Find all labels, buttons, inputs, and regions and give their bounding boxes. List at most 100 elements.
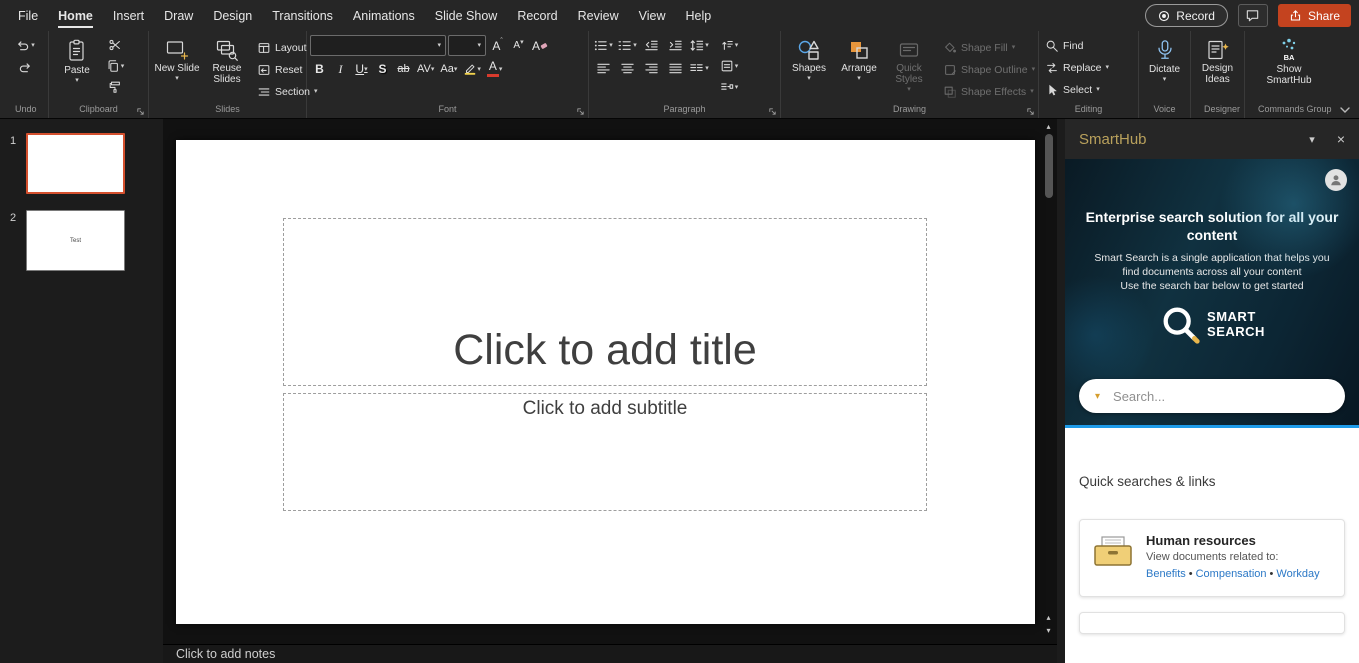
shape-fill-button[interactable]: Shape Fill ▾ <box>940 37 1038 58</box>
quick-styles-button[interactable]: Quick Styles ▾ <box>884 35 934 93</box>
shapes-dropdown-chevron[interactable]: ▾ <box>807 75 811 82</box>
smartart-dropdown-chevron[interactable]: ▾ <box>735 84 739 91</box>
comments-button[interactable] <box>1238 4 1268 27</box>
columns-button[interactable]: ▾ <box>688 58 710 78</box>
increase-indent-button[interactable] <box>664 35 686 55</box>
shape-effects-button[interactable]: Shape Effects ▾ <box>940 81 1038 102</box>
change-case-button[interactable]: Aa▾ <box>438 59 459 79</box>
undo-dropdown-chevron[interactable]: ▾ <box>31 42 35 49</box>
link-benefits[interactable]: Benefits <box>1146 568 1186 580</box>
decrease-indent-button[interactable] <box>640 35 662 55</box>
slide-thumbnail-1[interactable]: 1 <box>0 133 163 194</box>
numbering-button[interactable]: ▾ <box>616 35 638 55</box>
search-input[interactable] <box>1113 389 1335 404</box>
clipboard-dialog-launcher-icon[interactable] <box>136 107 145 116</box>
font-dialog-launcher-icon[interactable] <box>576 107 585 116</box>
font-name-dropdown-chevron[interactable]: ▾ <box>437 42 441 49</box>
menu-tab-help[interactable]: Help <box>675 0 721 31</box>
shapes-button[interactable]: Shapes ▾ <box>784 35 834 82</box>
clear-formatting-button[interactable]: A <box>530 36 550 56</box>
show-smarthub-button[interactable]: BA Show SmartHub <box>1264 35 1314 86</box>
scroll-up-arrow-icon[interactable]: ▴ <box>1046 122 1050 132</box>
slide-1-thumbnail-frame[interactable] <box>26 133 125 194</box>
avatar[interactable] <box>1325 169 1347 191</box>
new-slide-button[interactable]: New Slide ▾ <box>152 35 202 82</box>
reuse-slides-button[interactable]: Reuse Slides <box>202 35 252 85</box>
italic-button[interactable]: I <box>331 59 350 79</box>
underline-dropdown-chevron[interactable]: ▾ <box>364 66 368 73</box>
notes-pane[interactable]: Click to add notes <box>163 644 1057 663</box>
menu-tab-draw[interactable]: Draw <box>154 0 203 31</box>
font-name-combobox[interactable]: ▾ <box>310 35 446 56</box>
bullets-dropdown-chevron[interactable]: ▾ <box>609 42 613 49</box>
previous-slide-button[interactable]: ▴ <box>1046 613 1050 623</box>
copy-button[interactable]: ▾ <box>104 56 126 76</box>
convert-to-smartart-button[interactable]: ▾ <box>718 77 740 97</box>
align-center-button[interactable] <box>616 58 638 78</box>
menu-tab-transitions[interactable]: Transitions <box>262 0 343 31</box>
scrollbar-thumb[interactable] <box>1045 134 1053 198</box>
quick-link-card-human-resources[interactable]: Human resources View documents related t… <box>1079 519 1345 597</box>
slide-thumbnail-2[interactable]: 2 Test <box>0 210 163 271</box>
menu-tab-review[interactable]: Review <box>568 0 629 31</box>
align-text-dropdown-chevron[interactable]: ▾ <box>735 63 739 70</box>
arrange-dropdown-chevron[interactable]: ▾ <box>857 75 861 82</box>
record-button[interactable]: Record <box>1145 4 1228 27</box>
smarthub-menu-chevron-icon[interactable]: ▾ <box>1309 133 1315 146</box>
arrange-button[interactable]: Arrange ▾ <box>834 35 884 82</box>
dictate-button[interactable]: Dictate ▾ <box>1140 35 1190 83</box>
underline-button[interactable]: U▾ <box>352 59 371 79</box>
drawing-dialog-launcher-icon[interactable] <box>1026 107 1035 116</box>
next-slide-button[interactable]: ▾ <box>1046 626 1050 636</box>
menu-tab-slideshow[interactable]: Slide Show <box>425 0 508 31</box>
text-highlight-button[interactable]: ▾ <box>461 59 483 79</box>
menu-tab-record[interactable]: Record <box>507 0 567 31</box>
replace-button[interactable]: Replace ▾ <box>1042 57 1112 78</box>
align-right-button[interactable] <box>640 58 662 78</box>
cut-button[interactable] <box>104 35 126 55</box>
collapse-ribbon-chevron-icon[interactable] <box>1339 106 1351 114</box>
slide-canvas[interactable]: Click to add title Click to add subtitle <box>176 140 1035 624</box>
paragraph-dialog-launcher-icon[interactable] <box>768 107 777 116</box>
text-direction-button[interactable]: ▾ <box>718 35 740 55</box>
menu-tab-home[interactable]: Home <box>48 0 103 31</box>
paste-button[interactable]: Paste ▾ <box>52 35 102 84</box>
quick-link-card-partial[interactable] <box>1079 612 1345 634</box>
font-size-combobox[interactable]: ▾ <box>448 35 486 56</box>
bold-button[interactable]: B <box>310 59 329 79</box>
bullets-button[interactable]: ▾ <box>592 35 614 55</box>
numbering-dropdown-chevron[interactable]: ▾ <box>633 42 637 49</box>
smarthub-close-icon[interactable]: × <box>1337 131 1345 147</box>
shrink-font-button[interactable]: A▾ <box>509 36 528 56</box>
smarthub-search-bar[interactable]: ▾ <box>1079 379 1345 413</box>
title-placeholder[interactable]: Click to add title <box>283 218 927 386</box>
font-color-dropdown-chevron[interactable]: ▾ <box>499 66 503 73</box>
find-button[interactable]: Find <box>1042 35 1086 56</box>
link-compensation[interactable]: Compensation <box>1196 568 1267 580</box>
line-spacing-button[interactable]: ▾ <box>688 35 710 55</box>
select-button[interactable]: Select ▾ <box>1042 79 1103 100</box>
menu-tab-design[interactable]: Design <box>203 0 262 31</box>
link-workday[interactable]: Workday <box>1276 568 1319 580</box>
text-direction-dropdown-chevron[interactable]: ▾ <box>735 42 739 49</box>
font-size-dropdown-chevron[interactable]: ▾ <box>477 42 481 49</box>
dictate-dropdown-chevron[interactable]: ▾ <box>1163 76 1167 83</box>
format-painter-button[interactable] <box>104 77 126 97</box>
align-text-button[interactable]: ▾ <box>718 56 740 76</box>
menu-tab-file[interactable]: File <box>8 0 48 31</box>
new-slide-dropdown-chevron[interactable]: ▾ <box>175 75 179 82</box>
vertical-scrollbar[interactable]: ▴ ▴ ▾ <box>1042 122 1055 636</box>
change-case-dropdown-chevron[interactable]: ▾ <box>454 66 458 73</box>
slide-2-thumbnail-frame[interactable]: Test <box>26 210 125 271</box>
char-spacing-dropdown-chevron[interactable]: ▾ <box>431 66 435 73</box>
text-shadow-button[interactable]: S <box>373 59 392 79</box>
copy-dropdown-chevron[interactable]: ▾ <box>121 63 125 70</box>
design-ideas-button[interactable]: Design Ideas <box>1193 35 1243 85</box>
menu-tab-view[interactable]: View <box>629 0 676 31</box>
font-color-button[interactable]: A ▾ <box>485 59 505 79</box>
strikethrough-button[interactable]: ab <box>394 59 413 79</box>
grow-font-button[interactable]: Aˆ <box>488 36 507 56</box>
align-left-button[interactable] <box>592 58 614 78</box>
search-scope-chevron-icon[interactable]: ▾ <box>1095 391 1100 402</box>
share-button[interactable]: Share <box>1278 4 1351 27</box>
